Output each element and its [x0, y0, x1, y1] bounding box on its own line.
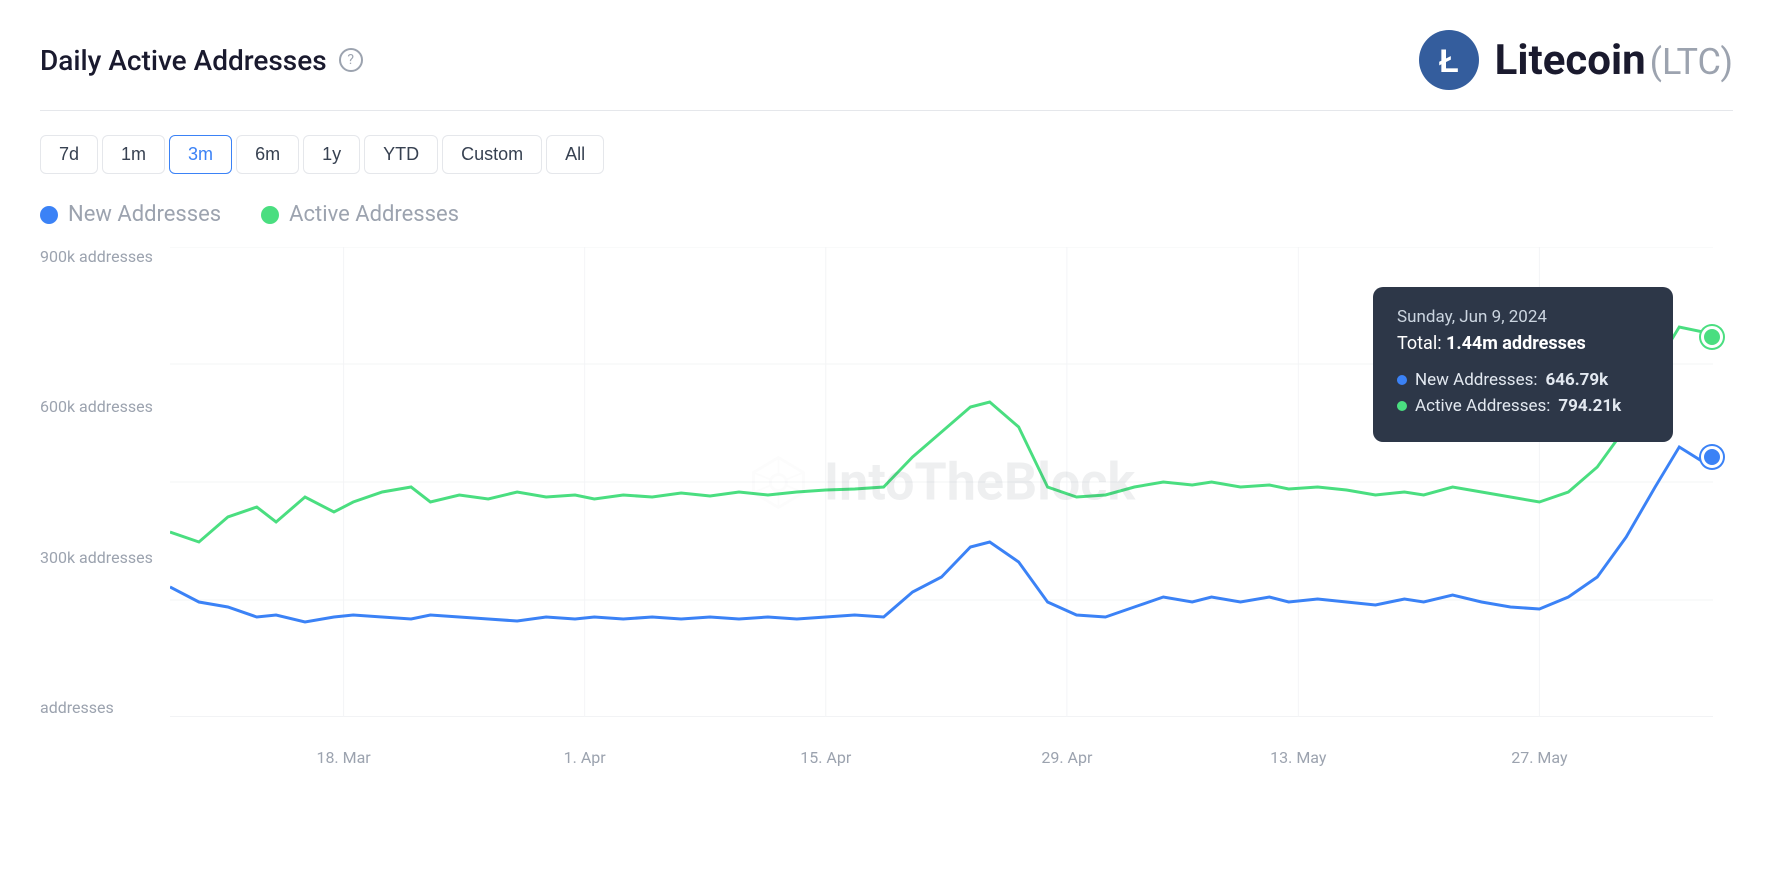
- page-container: Daily Active Addresses ? Ł Litecoin (LTC…: [0, 0, 1773, 875]
- filter-1m[interactable]: 1m: [102, 135, 165, 174]
- new-addresses-dot: [40, 206, 58, 224]
- brand-name: Litecoin: [1495, 36, 1646, 85]
- legend-new-addresses: New Addresses: [40, 202, 221, 227]
- y-label-300k: 300k addresses: [40, 548, 160, 567]
- active-addresses-end-dot: [1701, 326, 1723, 348]
- brand-ticker: (LTC): [1650, 41, 1733, 83]
- active-addresses-label: Active Addresses: [289, 202, 459, 227]
- filter-3m[interactable]: 3m: [169, 135, 232, 174]
- x-label-apr29: 29. Apr: [1041, 748, 1092, 767]
- x-label-apr15: 15. Apr: [800, 748, 851, 767]
- chart-area: 900k addresses 600k addresses 300k addre…: [40, 247, 1733, 767]
- time-filters: 7d 1m 3m 6m 1y YTD Custom All: [40, 135, 1733, 174]
- new-addresses-end-dot: [1701, 446, 1723, 468]
- y-label-0: addresses: [40, 698, 160, 717]
- y-axis: 900k addresses 600k addresses 300k addre…: [40, 247, 160, 717]
- filter-7d[interactable]: 7d: [40, 135, 98, 174]
- ltc-logo: Ł: [1419, 30, 1479, 90]
- x-label-may13: 13. May: [1270, 748, 1326, 767]
- tooltip-active-addresses: Active Addresses: 794.21k: [1397, 396, 1649, 416]
- watermark: IntoTheBlock: [748, 452, 1135, 513]
- filter-all[interactable]: All: [546, 135, 604, 174]
- filter-ytd[interactable]: YTD: [364, 135, 438, 174]
- header-row: Daily Active Addresses ? Ł Litecoin (LTC…: [40, 30, 1733, 90]
- tooltip-total: Total: 1.44m addresses: [1397, 333, 1649, 354]
- watermark-icon: [748, 452, 808, 512]
- filter-1y[interactable]: 1y: [303, 135, 360, 174]
- x-axis: 18. Mar 1. Apr 15. Apr 29. Apr 13. May 2…: [170, 717, 1713, 767]
- tooltip-new-value: 646.79k: [1545, 370, 1608, 390]
- legend: New Addresses Active Addresses: [40, 202, 1733, 227]
- svg-text:Ł: Ł: [1439, 43, 1459, 79]
- x-label-mar18: 18. Mar: [316, 748, 370, 767]
- tooltip-new-label: New Addresses:: [1415, 370, 1537, 390]
- y-label-600k: 600k addresses: [40, 397, 160, 416]
- tooltip-active-value: 794.21k: [1558, 396, 1621, 416]
- tooltip-new-addresses: New Addresses: 646.79k: [1397, 370, 1649, 390]
- x-label-apr1: 1. Apr: [564, 748, 606, 767]
- brand-area: Ł Litecoin (LTC): [1419, 30, 1733, 90]
- tooltip-new-dot: [1397, 375, 1407, 385]
- filter-6m[interactable]: 6m: [236, 135, 299, 174]
- active-addresses-dot: [261, 206, 279, 224]
- new-addresses-label: New Addresses: [68, 202, 221, 227]
- page-title: Daily Active Addresses: [40, 44, 327, 77]
- y-label-900k: 900k addresses: [40, 247, 160, 266]
- x-label-may27: 27. May: [1511, 748, 1567, 767]
- brand-text: Litecoin (LTC): [1495, 36, 1733, 85]
- tooltip-active-label: Active Addresses:: [1415, 396, 1550, 416]
- filter-custom[interactable]: Custom: [442, 135, 542, 174]
- tooltip-date: Sunday, Jun 9, 2024: [1397, 307, 1649, 327]
- header-divider: [40, 110, 1733, 111]
- chart-tooltip: Sunday, Jun 9, 2024 Total: 1.44m address…: [1373, 287, 1673, 442]
- help-icon[interactable]: ?: [339, 48, 363, 72]
- tooltip-active-dot: [1397, 401, 1407, 411]
- watermark-text: IntoTheBlock: [824, 452, 1135, 513]
- legend-active-addresses: Active Addresses: [261, 202, 459, 227]
- title-area: Daily Active Addresses ?: [40, 44, 363, 77]
